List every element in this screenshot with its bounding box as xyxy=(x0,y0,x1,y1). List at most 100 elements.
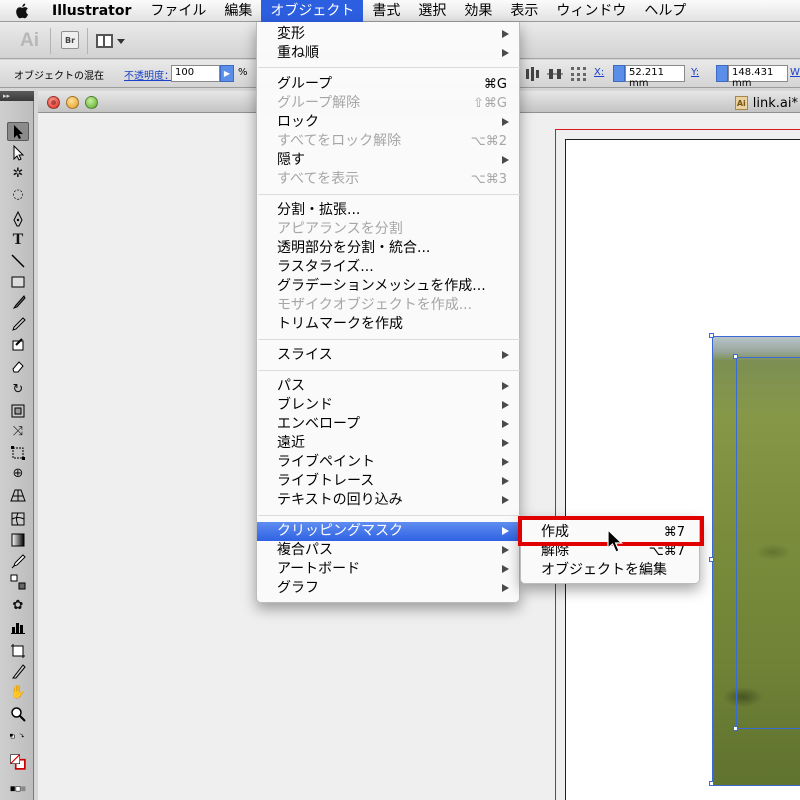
reference-point-icon[interactable] xyxy=(570,66,588,82)
gradient-tool-icon[interactable] xyxy=(7,530,29,549)
menu-item-text-wrap[interactable]: テキストの回り込み xyxy=(257,491,519,510)
opacity-input[interactable]: 100 xyxy=(171,65,220,82)
menu-view[interactable]: 表示 xyxy=(501,0,547,22)
clipping-path[interactable] xyxy=(736,357,800,729)
menu-item-label: 複合パス xyxy=(277,542,333,558)
eraser-tool-icon[interactable] xyxy=(7,356,29,375)
magic-wand-tool-icon[interactable]: ✲ xyxy=(7,164,29,183)
w-label[interactable]: W xyxy=(790,67,800,78)
menu-item-hide[interactable]: 隠す xyxy=(257,151,519,170)
rotate-tool-icon[interactable]: ↻ xyxy=(7,380,29,399)
selection-handle[interactable] xyxy=(709,557,714,562)
fill-stroke-swatch-icon[interactable] xyxy=(4,748,32,776)
line-tool-icon[interactable] xyxy=(7,251,29,270)
perspective-grid-tool-icon[interactable] xyxy=(7,485,29,504)
x-input[interactable]: 52.211 mm xyxy=(625,65,685,89)
menu-item-blend[interactable]: ブレンド xyxy=(257,396,519,415)
zoom-tool-icon[interactable] xyxy=(7,704,29,723)
menu-item-path[interactable]: パス xyxy=(257,377,519,396)
menu-item-create-gradient-mesh[interactable]: グラデーションメッシュを作成... xyxy=(257,277,519,296)
rectangle-tool-icon[interactable] xyxy=(7,272,29,291)
color-mode-icon[interactable] xyxy=(3,782,33,796)
menu-object[interactable]: オブジェクト xyxy=(261,0,364,22)
zoom-button[interactable] xyxy=(85,96,98,109)
menu-item-graph[interactable]: グラフ xyxy=(257,579,519,598)
y-stepper[interactable] xyxy=(716,65,728,82)
menu-item-expand[interactable]: 分割・拡張... xyxy=(257,201,519,220)
menu-window[interactable]: ウィンドウ xyxy=(547,0,635,22)
free-transform-tool-icon[interactable] xyxy=(7,443,29,462)
menu-item-arrange[interactable]: 重ね順 xyxy=(257,44,519,63)
menu-item-perspective[interactable]: 遠近 xyxy=(257,434,519,453)
blend-tool-icon[interactable] xyxy=(7,572,29,591)
scale-tool-icon[interactable] xyxy=(7,401,29,420)
artboard-tool-icon[interactable] xyxy=(7,641,29,660)
slice-tool-icon[interactable] xyxy=(7,662,29,681)
selection-handle[interactable] xyxy=(709,333,714,338)
menu-effect[interactable]: 効果 xyxy=(455,0,501,22)
distribute-icon[interactable] xyxy=(546,66,564,82)
document-tab[interactable]: Ai link.ai* xyxy=(734,93,800,113)
menu-item-group[interactable]: グループ ⌘G xyxy=(257,75,519,94)
direct-selection-tool-icon[interactable] xyxy=(7,143,29,162)
lasso-tool-icon[interactable]: ◌ xyxy=(7,185,29,204)
menu-item-unlock-all[interactable]: すべてをロック解除 ⌥⌘2 xyxy=(257,132,519,151)
default-colors-icon[interactable] xyxy=(3,729,33,743)
hand-tool-icon[interactable]: ✋ xyxy=(7,683,29,702)
menu-type[interactable]: 書式 xyxy=(363,0,409,22)
selection-tool-icon[interactable] xyxy=(7,122,29,141)
menu-item-transform[interactable]: 変形 xyxy=(257,25,519,44)
x-label[interactable]: X: xyxy=(594,67,604,78)
menu-edit[interactable]: 編集 xyxy=(215,0,261,22)
menu-item-label: クリッピングマスク xyxy=(277,523,403,539)
opacity-link[interactable]: 不透明度： xyxy=(124,67,174,82)
menu-item-live-trace[interactable]: ライブトレース xyxy=(257,472,519,491)
column-graph-tool-icon[interactable] xyxy=(7,617,29,636)
menu-item-artboards[interactable]: アートボード xyxy=(257,560,519,579)
y-input[interactable]: 148.431 mm xyxy=(728,65,788,89)
align-icon[interactable] xyxy=(524,66,542,82)
paintbrush-tool-icon[interactable] xyxy=(7,293,29,312)
selection-handle[interactable] xyxy=(733,726,738,731)
selection-handle[interactable] xyxy=(733,354,738,359)
x-stepper[interactable] xyxy=(613,65,625,82)
pen-tool-icon[interactable] xyxy=(7,209,29,228)
blob-brush-tool-icon[interactable] xyxy=(7,335,29,354)
symbol-sprayer-tool-icon[interactable]: ✿ xyxy=(7,596,29,615)
menu-item-ungroup[interactable]: グループ解除 ⇧⌘G xyxy=(257,94,519,113)
tools-panel-header[interactable]: ▸▸ xyxy=(0,91,34,101)
selection-handle[interactable] xyxy=(709,781,714,786)
menu-item-rasterize[interactable]: ラスタライズ... xyxy=(257,258,519,277)
shape-builder-tool-icon[interactable]: ⊕ xyxy=(7,464,29,483)
apple-icon[interactable] xyxy=(0,0,44,22)
submenu-arrow-icon xyxy=(502,118,509,126)
menu-item-slice[interactable]: スライス xyxy=(257,346,519,365)
menu-select[interactable]: 選択 xyxy=(409,0,455,22)
menu-help[interactable]: ヘルプ xyxy=(635,0,695,22)
bridge-button[interactable]: Br xyxy=(61,31,79,49)
opacity-popup-button[interactable]: ▶ xyxy=(220,65,234,82)
menu-item-flatten-transparency[interactable]: 透明部分を分割・統合... xyxy=(257,239,519,258)
menu-item-envelope-distort[interactable]: エンベロープ xyxy=(257,415,519,434)
menu-app-name[interactable]: Illustrator xyxy=(44,0,141,22)
menu-item-show-all[interactable]: すべてを表示 ⌥⌘3 xyxy=(257,170,519,189)
menu-item-create-object-mosaic[interactable]: モザイクオブジェクトを作成... xyxy=(257,296,519,315)
menu-item-lock[interactable]: ロック xyxy=(257,113,519,132)
menu-item-create-trim-marks[interactable]: トリムマークを作成 xyxy=(257,315,519,334)
close-button[interactable] xyxy=(47,96,60,109)
submenu-item-edit-contents[interactable]: オブジェクトを編集 xyxy=(521,561,699,580)
width-tool-icon[interactable]: ⤨ xyxy=(7,422,29,441)
eyedropper-tool-icon[interactable] xyxy=(7,551,29,570)
collapse-icon[interactable]: ▸▸ xyxy=(3,92,10,100)
menu-item-clipping-mask[interactable]: クリッピングマスク xyxy=(257,522,519,541)
pencil-tool-icon[interactable] xyxy=(7,314,29,333)
menu-item-live-paint[interactable]: ライブペイント xyxy=(257,453,519,472)
arrange-documents-button[interactable] xyxy=(96,32,132,50)
menu-file[interactable]: ファイル xyxy=(141,0,215,22)
type-tool-icon[interactable]: T xyxy=(7,230,29,249)
mesh-tool-icon[interactable] xyxy=(7,509,29,528)
menu-item-compound-path[interactable]: 複合パス xyxy=(257,541,519,560)
minimize-button[interactable] xyxy=(66,96,79,109)
menu-item-expand-appearance[interactable]: アピアランスを分割 xyxy=(257,220,519,239)
y-label[interactable]: Y: xyxy=(691,67,699,78)
